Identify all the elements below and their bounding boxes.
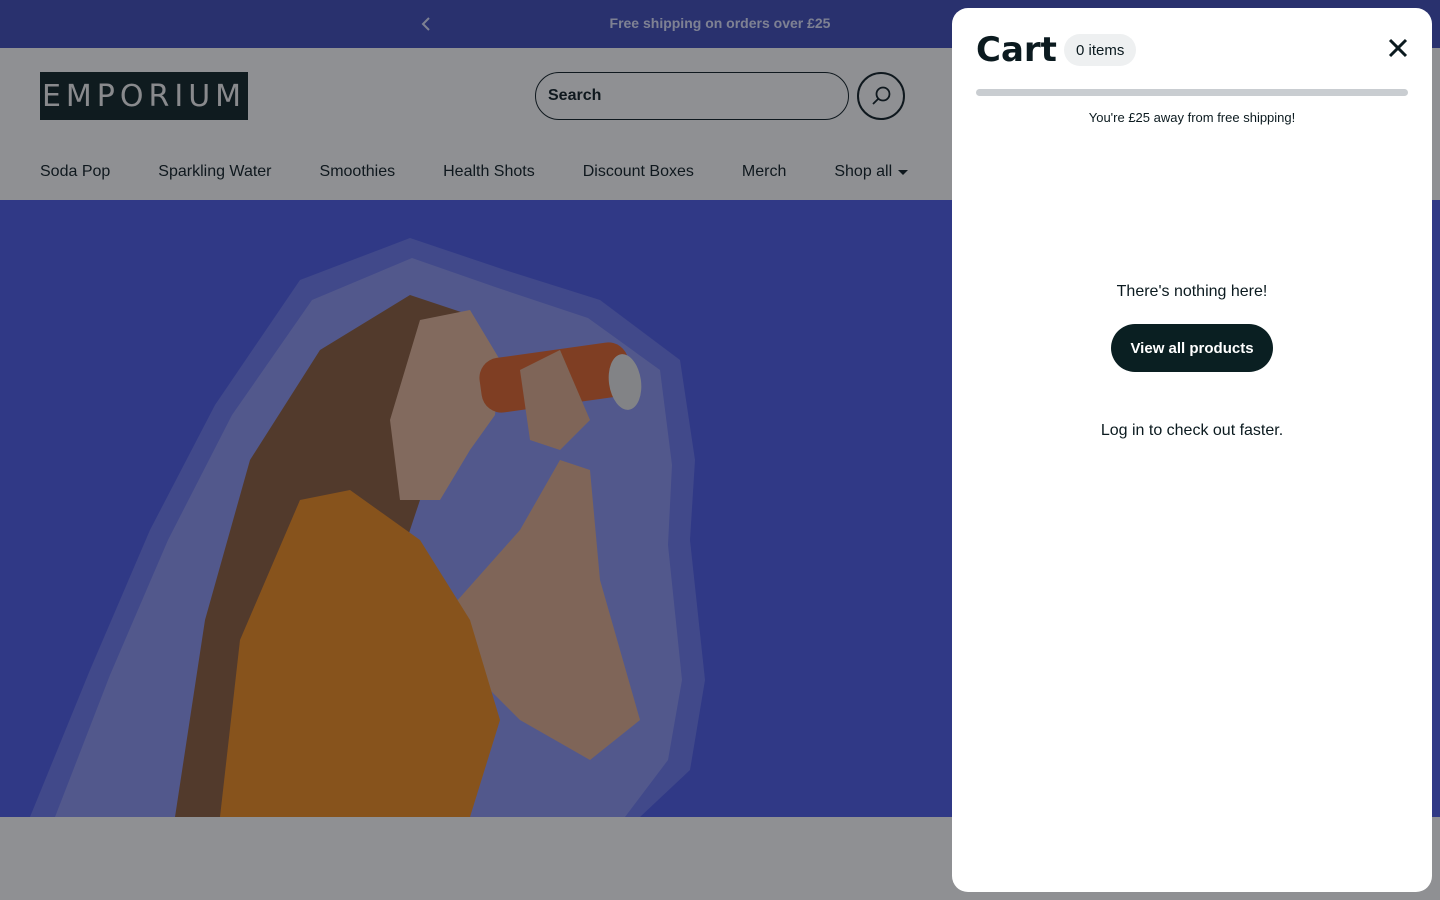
empty-cart-message: There's nothing here! <box>1116 283 1268 300</box>
login-prompt: Log in to check out faster. <box>952 422 1432 440</box>
close-icon <box>1388 38 1408 58</box>
cart-drawer: Cart 0 items You're £25 away from free s… <box>952 8 1432 892</box>
cart-item-count-badge: 0 items <box>1064 34 1137 66</box>
login-suffix: to check out faster. <box>1144 422 1284 439</box>
free-shipping-progress-bar <box>976 89 1408 96</box>
cart-title: Cart <box>976 30 1057 70</box>
close-cart-button[interactable] <box>1382 32 1414 64</box>
cart-item-count: 0 items <box>1076 41 1125 59</box>
free-shipping-message: You're £25 away from free shipping! <box>1088 110 1296 125</box>
view-all-products-button[interactable]: View all products <box>1111 324 1273 372</box>
view-all-products-label: View all products <box>1130 339 1254 357</box>
login-link[interactable]: Log in <box>1101 422 1145 439</box>
